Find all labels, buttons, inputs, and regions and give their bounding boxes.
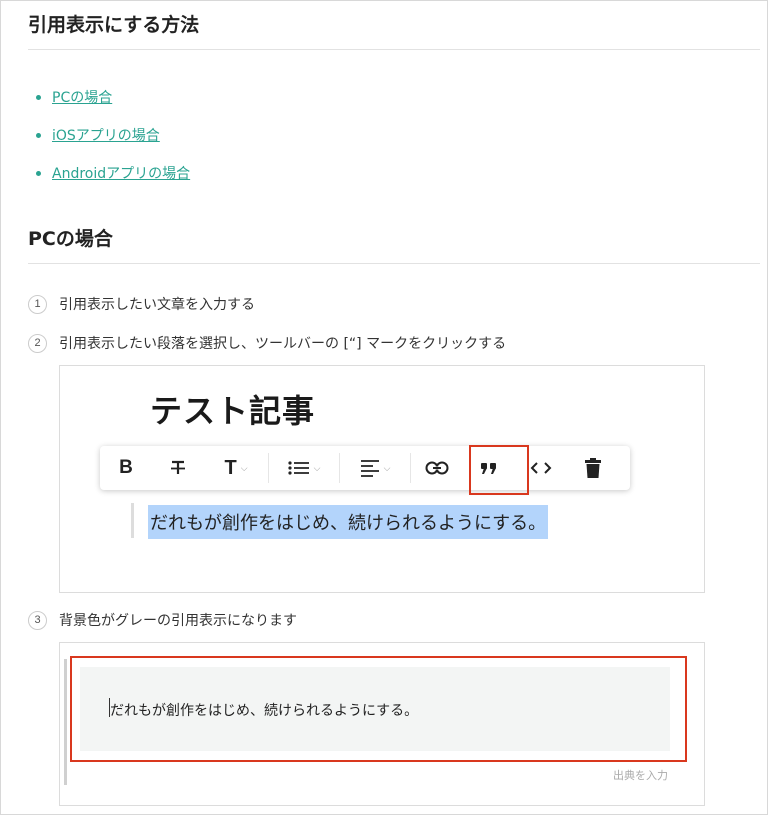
divider	[28, 49, 760, 50]
source-input[interactable]: 出典を入力	[613, 767, 668, 783]
quote-button-highlight	[469, 445, 529, 495]
step-text: 引用表示したい段落を選択し、ツールバーの [“] マークをクリックする	[59, 336, 507, 352]
toc-item-android: Androidアプリの場合	[36, 154, 190, 192]
result-screenshot: だれもが創作をはじめ、続けられるようにする。 出典を入力	[59, 642, 705, 806]
strikethrough-button[interactable]	[152, 446, 204, 490]
divider	[28, 263, 760, 264]
delete-button[interactable]	[567, 446, 619, 490]
link-icon	[425, 461, 449, 475]
quote-border	[64, 659, 67, 785]
toc-link-android[interactable]: Androidアプリの場合	[52, 163, 190, 183]
align-left-icon	[360, 460, 379, 477]
bullet-icon	[36, 94, 41, 100]
toc-item-pc: PCの場合	[36, 78, 190, 116]
bullet-icon	[36, 170, 41, 176]
text-style-label: T	[224, 456, 237, 479]
link-button[interactable]	[411, 446, 463, 490]
strikethrough-icon	[171, 460, 185, 474]
step-text: 引用表示したい文章を入力する	[59, 297, 255, 313]
table-of-contents: PCの場合 iOSアプリの場合 Androidアプリの場合	[36, 78, 190, 192]
step-number: 2	[28, 333, 47, 353]
step-number: 3	[28, 610, 47, 630]
step-3: 3 背景色がグレーの引用表示になります	[28, 610, 297, 630]
chevron-down-icon: ⌵	[240, 462, 248, 473]
page-title: 引用表示にする方法	[28, 14, 200, 36]
selected-paragraph[interactable]: だれもが創作をはじめ、続けられるようにする。	[148, 505, 549, 539]
toc-link-pc[interactable]: PCの場合	[52, 87, 112, 107]
step-1: 1 引用表示したい文章を入力する	[28, 294, 255, 314]
code-icon	[530, 462, 552, 474]
toc-link-ios[interactable]: iOSアプリの場合	[52, 125, 160, 145]
toc-item-ios: iOSアプリの場合	[36, 116, 190, 154]
chevron-down-icon: ⌵	[383, 462, 391, 473]
editor-screenshot: テスト記事 B T ⌵ ⌵ ⌵ だれもが創作をはじめ、続けられるようにする。	[59, 365, 705, 593]
step-number: 1	[28, 294, 47, 314]
step-2: 2 引用表示したい段落を選択し、ツールバーの [“] マークをクリックする	[28, 333, 506, 353]
chevron-down-icon: ⌵	[313, 462, 321, 473]
section-heading-pc: PCの場合	[28, 228, 113, 250]
align-button[interactable]: ⌵	[340, 446, 410, 490]
bold-button[interactable]: B	[100, 446, 152, 490]
formatting-toolbar: B T ⌵ ⌵ ⌵	[100, 446, 630, 490]
text-style-button[interactable]: T ⌵	[204, 446, 268, 490]
article-title: テスト記事	[150, 392, 316, 430]
bullet-icon	[36, 132, 41, 138]
trash-icon	[585, 458, 601, 478]
step-text: 背景色がグレーの引用表示になります	[59, 613, 297, 629]
bulleted-list-icon	[287, 461, 309, 475]
result-highlight	[70, 656, 687, 762]
list-button[interactable]: ⌵	[269, 446, 339, 490]
paragraph-marker	[131, 503, 134, 538]
